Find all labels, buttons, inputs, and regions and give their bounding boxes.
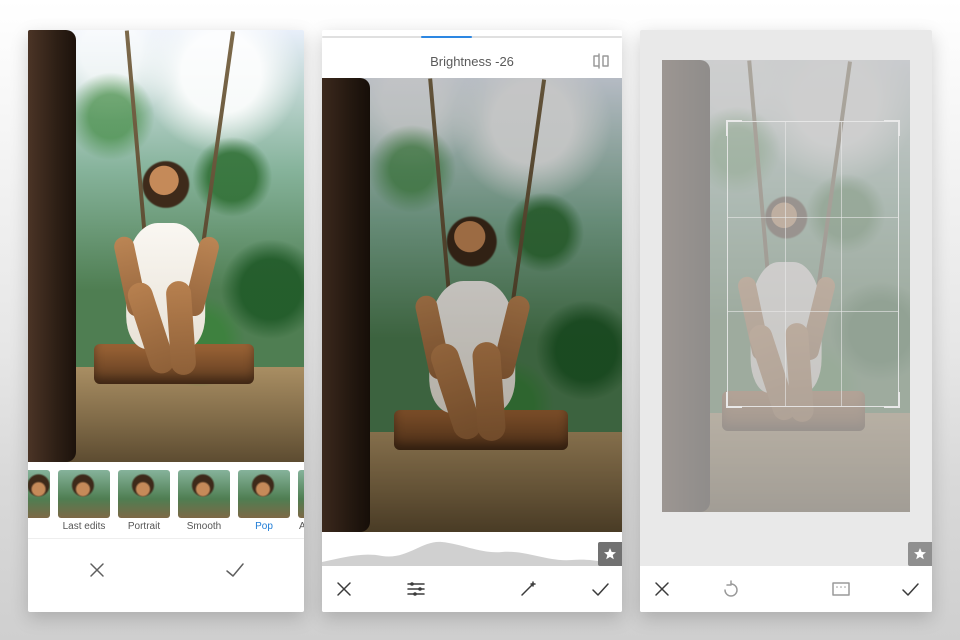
- check-icon: [590, 580, 610, 598]
- sliders-icon: [406, 580, 426, 598]
- screen-filters: Last edits Portrait Smooth Pop Accentuat…: [28, 30, 304, 612]
- filter-strip[interactable]: Last edits Portrait Smooth Pop Accentuat…: [28, 462, 304, 538]
- screen-tune: Brightness -26: [322, 30, 622, 612]
- screen-crop: [640, 30, 932, 612]
- filter-label: Portrait: [128, 521, 160, 532]
- close-icon: [335, 580, 353, 598]
- adjustment-title-bar: Brightness -26: [322, 44, 622, 78]
- filter-label: Pop: [255, 521, 273, 532]
- filter-thumbnail: [238, 470, 290, 518]
- confirm-button[interactable]: [578, 569, 622, 609]
- compare-icon: [591, 52, 611, 70]
- confirm-button[interactable]: [888, 569, 932, 609]
- filter-label: Last edits: [63, 521, 106, 532]
- preview-image[interactable]: [28, 30, 304, 462]
- filter-item[interactable]: Accentuate: [298, 470, 304, 532]
- filter-item-active[interactable]: Pop: [238, 470, 290, 532]
- star-icon: [913, 547, 927, 561]
- aspect-ratio-icon: [830, 580, 852, 598]
- filter-item[interactable]: [28, 470, 50, 521]
- filter-item[interactable]: Smooth: [178, 470, 230, 532]
- favorite-badge[interactable]: [598, 542, 622, 566]
- filter-item[interactable]: Last edits: [58, 470, 110, 532]
- cancel-button[interactable]: [322, 569, 366, 609]
- check-icon: [224, 560, 246, 580]
- confirm-button[interactable]: [209, 550, 261, 590]
- auto-button[interactable]: [502, 569, 554, 609]
- action-bar: [28, 538, 304, 600]
- preview-image[interactable]: [322, 78, 622, 532]
- dim-overlay: [640, 30, 932, 612]
- adjustment-title: Brightness -26: [430, 54, 514, 69]
- check-icon: [900, 580, 920, 598]
- rotate-button[interactable]: [705, 569, 757, 609]
- filter-label: Smooth: [187, 521, 221, 532]
- magic-wand-icon: [518, 579, 538, 599]
- filter-thumbnail: [28, 470, 50, 518]
- filter-thumbnail: [298, 470, 304, 518]
- histogram: [322, 532, 622, 566]
- filter-label: Accentuate: [299, 521, 304, 532]
- rotate-icon: [720, 579, 742, 599]
- filter-item[interactable]: Portrait: [118, 470, 170, 532]
- aspect-button[interactable]: [815, 569, 867, 609]
- close-icon: [653, 580, 671, 598]
- close-icon: [87, 560, 107, 580]
- tune-button[interactable]: [390, 569, 442, 609]
- filter-thumbnail: [178, 470, 230, 518]
- cancel-button[interactable]: [71, 550, 123, 590]
- filter-thumbnail: [58, 470, 110, 518]
- favorite-badge[interactable]: [908, 542, 932, 566]
- cancel-button[interactable]: [640, 569, 684, 609]
- crop-toolbar: [640, 566, 932, 612]
- tune-toolbar: [322, 566, 622, 612]
- adjustment-slider[interactable]: [322, 30, 622, 44]
- filter-thumbnail: [118, 470, 170, 518]
- star-icon: [603, 547, 617, 561]
- compare-button[interactable]: [590, 50, 612, 72]
